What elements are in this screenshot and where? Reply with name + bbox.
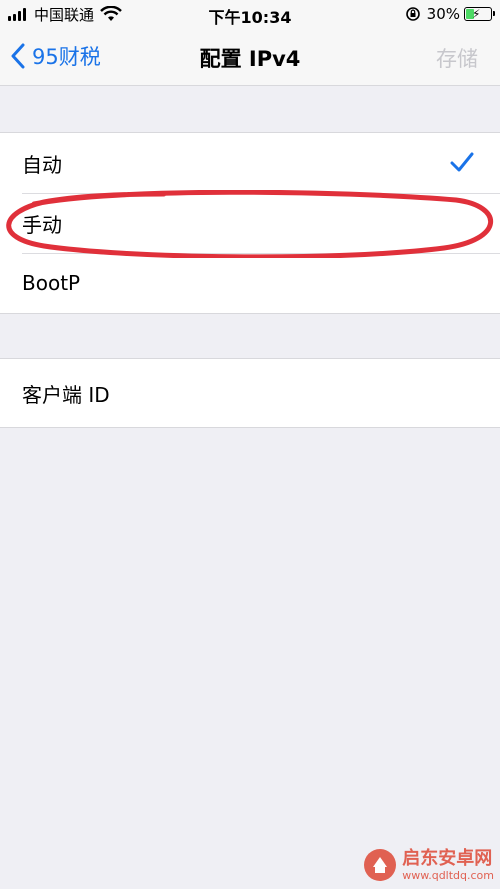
- option-automatic[interactable]: 自动: [0, 133, 500, 193]
- client-id-label: 客户端 ID: [22, 382, 110, 407]
- save-button[interactable]: 存储: [436, 43, 478, 73]
- navigation-bar: 95财税 配置 IPv4 存储: [0, 28, 500, 86]
- rotation-lock-icon: [405, 7, 420, 21]
- status-bar: 中国联通 下午10:34 30% ⚡: [0, 0, 500, 28]
- watermark-icon: [364, 849, 397, 881]
- client-id-group: 客户端 ID: [0, 358, 500, 428]
- option-bootp[interactable]: BootP: [0, 253, 500, 313]
- charging-bolt-icon: ⚡: [472, 7, 481, 21]
- checkmark-icon: [450, 152, 474, 172]
- watermark-url: www.qdltdq.com: [402, 868, 494, 882]
- status-right: 30% ⚡: [405, 4, 495, 24]
- option-label: 手动: [22, 212, 62, 237]
- option-label: BootP: [22, 271, 81, 295]
- battery-icon: ⚡: [464, 7, 495, 21]
- watermark-name: 启东安卓网: [402, 847, 493, 869]
- option-manual[interactable]: 手动: [0, 193, 500, 253]
- page-title: 配置 IPv4: [199, 47, 301, 71]
- battery-percent: 30%: [426, 5, 460, 23]
- watermark-logo: 启东安卓网 www.qdltdq.com: [362, 847, 494, 883]
- option-label: 自动: [22, 152, 62, 177]
- ipv4-options-group: 自动 手动 BootP: [0, 132, 500, 314]
- client-id-row[interactable]: 客户端 ID: [0, 359, 500, 427]
